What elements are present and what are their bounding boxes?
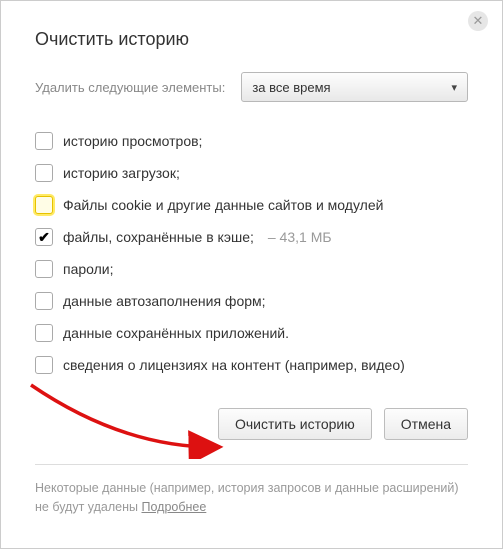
checkbox[interactable]: ✔ xyxy=(35,228,53,246)
option-row: ✔ сведения о лицензиях на контент (наприм… xyxy=(35,356,468,374)
option-label[interactable]: Файлы cookie и другие данные сайтов и мо… xyxy=(63,197,383,213)
footer-text: Некоторые данные (например, история запр… xyxy=(35,481,459,514)
clear-history-dialog: ✕ Очистить историю Удалить следующие эле… xyxy=(1,1,502,548)
checkmark-icon: ✔ xyxy=(38,230,50,244)
option-label[interactable]: данные сохранённых приложений. xyxy=(63,325,289,341)
dialog-actions: Очистить историю Отмена xyxy=(35,408,468,440)
dialog-title: Очистить историю xyxy=(35,29,468,50)
option-label[interactable]: сведения о лицензиях на контент (наприме… xyxy=(63,357,405,373)
checkbox[interactable]: ✔ xyxy=(35,132,53,150)
option-row: ✔ историю просмотров; xyxy=(35,132,468,150)
option-label[interactable]: историю просмотров; xyxy=(63,133,202,149)
checkbox[interactable]: ✔ xyxy=(35,356,53,374)
clear-history-button[interactable]: Очистить историю xyxy=(218,408,372,440)
period-label: Удалить следующие элементы: xyxy=(35,80,225,95)
option-label[interactable]: историю загрузок; xyxy=(63,165,180,181)
checkbox[interactable]: ✔ xyxy=(35,292,53,310)
period-selected: за все время xyxy=(252,80,330,95)
checkbox[interactable]: ✔ xyxy=(35,164,53,182)
checkbox[interactable]: ✔ xyxy=(35,196,53,214)
cancel-button[interactable]: Отмена xyxy=(384,408,468,440)
option-label[interactable]: данные автозаполнения форм; xyxy=(63,293,266,309)
option-row: ✔ пароли; xyxy=(35,260,468,278)
checkbox[interactable]: ✔ xyxy=(35,260,53,278)
checkbox[interactable]: ✔ xyxy=(35,324,53,342)
option-row: ✔ файлы, сохранённые в кэше; – 43,1 МБ xyxy=(35,228,468,246)
option-label[interactable]: файлы, сохранённые в кэше; xyxy=(63,229,254,245)
chevron-down-icon: ▾ xyxy=(451,81,457,94)
close-icon[interactable]: ✕ xyxy=(468,11,488,31)
option-row: ✔ историю загрузок; xyxy=(35,164,468,182)
option-extra: – 43,1 МБ xyxy=(268,229,332,245)
options-list: ✔ историю просмотров; ✔ историю загрузок; ✔ Ф… xyxy=(35,132,468,374)
period-row: Удалить следующие элементы: за все время… xyxy=(35,72,468,102)
option-label[interactable]: пароли; xyxy=(63,261,114,277)
footer-note: Некоторые данные (например, история запр… xyxy=(35,464,468,517)
option-row: ✔ данные сохранённых приложений. xyxy=(35,324,468,342)
option-row: ✔ Файлы cookie и другие данные сайтов и м… xyxy=(35,196,468,214)
period-dropdown[interactable]: за все время ▾ xyxy=(241,72,468,102)
option-row: ✔ данные автозаполнения форм; xyxy=(35,292,468,310)
footer-more-link[interactable]: Подробнее xyxy=(141,500,206,514)
